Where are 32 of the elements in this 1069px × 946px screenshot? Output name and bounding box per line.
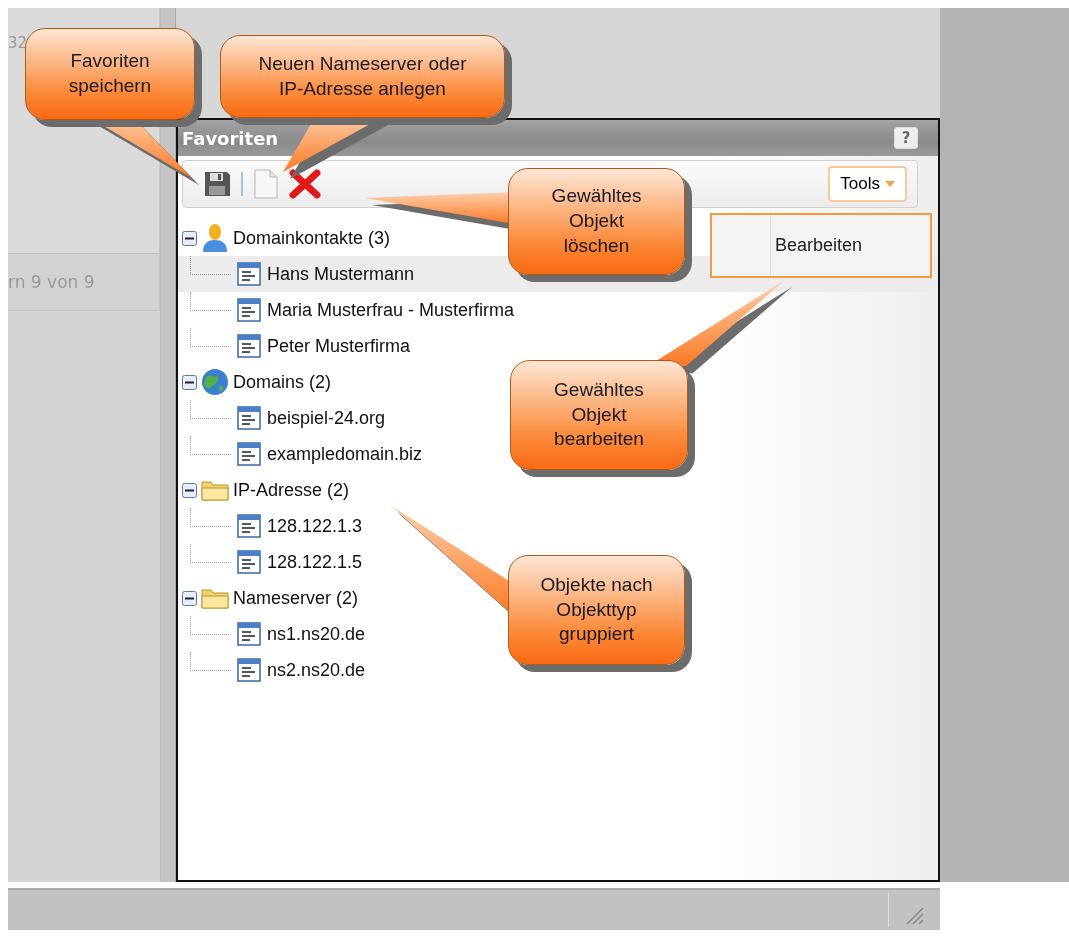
- tree-group-label[interactable]: Domainkontakte (3): [233, 227, 391, 249]
- document-icon: [237, 658, 261, 682]
- menu-item[interactable]: Bearbeiten: [771, 235, 863, 256]
- cut-text: 32: [8, 33, 28, 52]
- document-icon: [237, 334, 261, 358]
- collapse-icon[interactable]: [182, 482, 197, 498]
- collapse-icon[interactable]: [182, 374, 197, 390]
- caret-icon: [885, 181, 895, 187]
- collapse-icon[interactable]: [182, 230, 197, 246]
- tools-dropdown-button[interactable]: Tools: [828, 166, 907, 202]
- tree-group-label[interactable]: Domains (2): [233, 371, 332, 393]
- tree-group-label[interactable]: IP-Adresse (2): [233, 479, 350, 501]
- save-icon[interactable]: [203, 170, 231, 198]
- panel-title: Favoriten: [182, 127, 279, 149]
- help-button[interactable]: ?: [894, 127, 918, 149]
- folder-icon: [201, 479, 229, 501]
- document-icon: [237, 442, 261, 466]
- globe-icon: [201, 368, 229, 396]
- tree-item[interactable]: Maria Musterfrau - Musterfirma: [178, 292, 938, 328]
- document-icon: [237, 622, 261, 646]
- folder-icon: [201, 587, 229, 609]
- delete-icon[interactable]: [289, 169, 321, 199]
- document-icon: [237, 550, 261, 574]
- document-icon: [237, 298, 261, 322]
- tree-item[interactable]: 128.122.1.3: [178, 508, 938, 544]
- document-icon: [237, 262, 261, 286]
- tree-group-label[interactable]: Nameserver (2): [233, 587, 359, 609]
- person-icon: [201, 223, 229, 253]
- collapse-icon[interactable]: [182, 590, 197, 606]
- document-icon: [237, 514, 261, 538]
- document-icon: [237, 406, 261, 430]
- page-count-text: rn 9 von 9: [8, 272, 95, 292]
